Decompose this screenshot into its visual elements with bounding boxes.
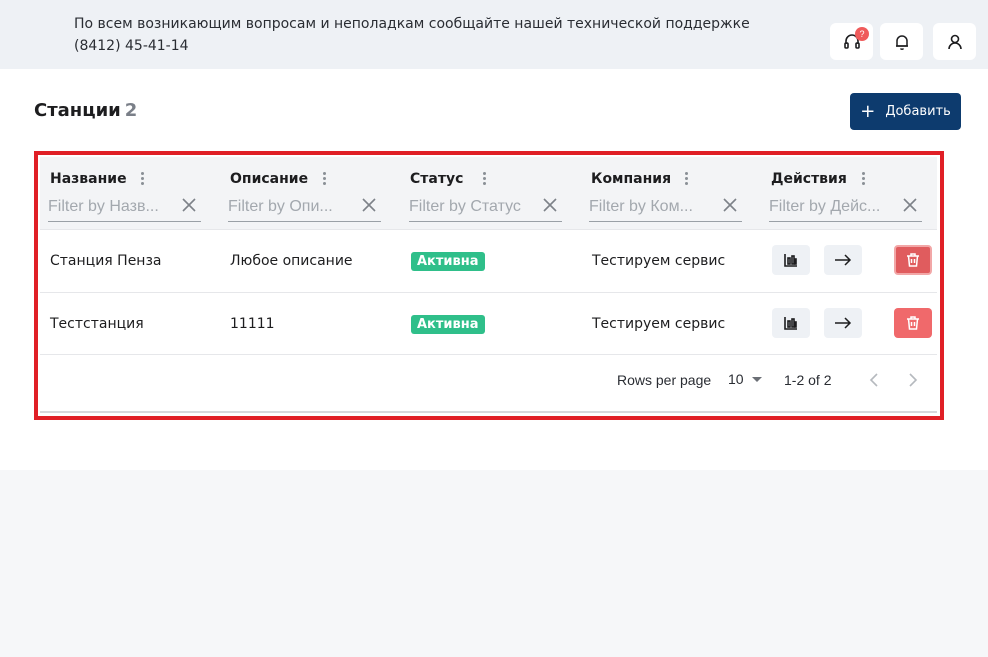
stats-button[interactable] xyxy=(772,245,810,275)
column-menu-icon[interactable] xyxy=(481,171,487,187)
station-count: 2 xyxy=(124,100,138,121)
filter-company[interactable] xyxy=(589,195,742,222)
cell-status: Активна xyxy=(411,293,485,355)
cell-company: Тестируем сервис xyxy=(592,316,726,332)
filter-name-input[interactable] xyxy=(48,195,201,219)
status-badge: Активна xyxy=(411,314,485,334)
table-row[interactable]: Тестстанция 11111 Активна Тестируем серв… xyxy=(40,292,937,355)
bar-chart-icon xyxy=(784,317,797,330)
bell-icon xyxy=(895,34,908,50)
stations-table: Название Описание Статус Компания Действ… xyxy=(40,157,937,413)
page-title-text: Станции xyxy=(34,100,121,121)
filter-name[interactable] xyxy=(48,195,201,222)
cell-company: Тестируем сервис xyxy=(592,253,726,269)
trash-icon xyxy=(907,253,919,267)
column-header-company[interactable]: Компания xyxy=(591,171,671,187)
column-menu-icon[interactable] xyxy=(860,171,866,187)
column-header-status[interactable]: Статус xyxy=(410,171,463,187)
table-header: Название Описание Статус Компания Действ… xyxy=(40,157,937,229)
top-bar: По всем возникающим вопросам и неполадка… xyxy=(0,0,988,69)
cell-description: Любое описание xyxy=(230,253,353,269)
column-menu-icon[interactable] xyxy=(321,171,327,187)
cell-name: Станция Пенза xyxy=(50,253,162,269)
pagination-range: 1-2 of 2 xyxy=(784,372,832,388)
cell-status: Активна xyxy=(411,230,485,292)
prev-page-button[interactable] xyxy=(863,369,885,391)
clear-icon[interactable] xyxy=(361,197,377,213)
cell-description: 11111 xyxy=(230,316,275,332)
delete-button[interactable] xyxy=(894,245,932,275)
stats-button[interactable] xyxy=(772,308,810,338)
support-badge: ? xyxy=(855,27,869,41)
page-title: Станции 2 xyxy=(34,100,137,121)
filter-status[interactable] xyxy=(409,195,562,222)
add-button-label: Добавить xyxy=(885,104,951,119)
clear-icon[interactable] xyxy=(542,197,558,213)
open-button[interactable] xyxy=(824,245,862,275)
bar-chart-icon xyxy=(784,254,797,267)
user-icon xyxy=(947,34,962,49)
rows-per-page-value: 10 xyxy=(728,371,744,387)
next-page-button[interactable] xyxy=(902,369,924,391)
support-button[interactable]: ? xyxy=(830,23,873,60)
add-button[interactable]: + Добавить xyxy=(850,93,961,130)
clear-icon[interactable] xyxy=(902,197,918,213)
caret-down-icon xyxy=(751,376,762,382)
chevron-left-icon xyxy=(869,373,878,387)
open-button[interactable] xyxy=(824,308,862,338)
chevron-right-icon xyxy=(909,373,918,387)
clear-icon[interactable] xyxy=(722,197,738,213)
table-footer: Rows per page 10 1-2 of 2 xyxy=(40,354,937,413)
filter-actions[interactable] xyxy=(769,195,922,222)
notifications-button[interactable] xyxy=(880,23,923,60)
column-header-name[interactable]: Название xyxy=(50,171,127,187)
plus-icon: + xyxy=(860,100,876,122)
column-menu-icon[interactable] xyxy=(139,171,145,187)
filter-actions-input[interactable] xyxy=(769,195,922,219)
status-badge: Активна xyxy=(411,251,485,271)
footer-divider xyxy=(40,411,937,413)
filter-status-input[interactable] xyxy=(409,195,562,219)
cell-name: Тестстанция xyxy=(50,316,144,332)
rows-per-page-select[interactable]: 10 xyxy=(728,371,762,387)
clear-icon[interactable] xyxy=(181,197,197,213)
filter-description[interactable] xyxy=(228,195,381,222)
trash-icon xyxy=(907,316,919,330)
arrow-right-icon xyxy=(835,254,852,266)
support-notice: По всем возникающим вопросам и неполадка… xyxy=(74,16,750,54)
filter-description-input[interactable] xyxy=(228,195,381,219)
column-header-actions[interactable]: Действия xyxy=(771,171,847,187)
filter-company-input[interactable] xyxy=(589,195,742,219)
delete-button[interactable] xyxy=(894,308,932,338)
column-header-description[interactable]: Описание xyxy=(230,171,308,187)
column-menu-icon[interactable] xyxy=(683,171,689,187)
table-row[interactable]: Станция Пенза Любое описание Активна Тес… xyxy=(40,229,937,292)
profile-button[interactable] xyxy=(933,23,976,60)
arrow-right-icon xyxy=(835,317,852,329)
rows-per-page-label: Rows per page xyxy=(617,372,712,388)
